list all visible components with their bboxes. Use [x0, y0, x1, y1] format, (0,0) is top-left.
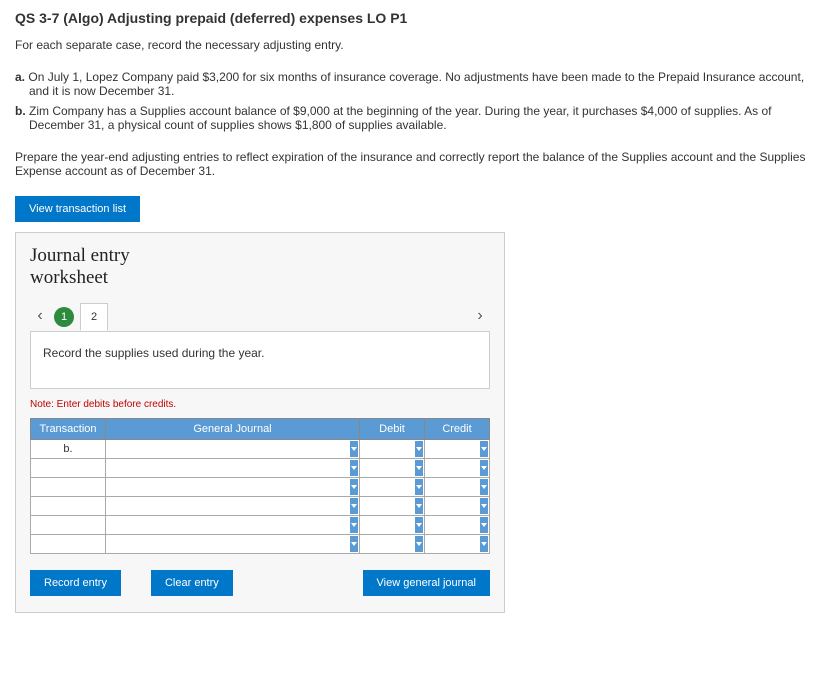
dropdown-arrow-icon[interactable]	[415, 517, 423, 533]
dropdown-arrow-icon[interactable]	[350, 517, 358, 533]
cell-transaction	[31, 534, 106, 553]
dropdown-arrow-icon[interactable]	[350, 479, 358, 495]
dropdown-arrow-icon[interactable]	[480, 460, 488, 476]
dropdown-arrow-icon[interactable]	[415, 441, 423, 457]
cell-credit[interactable]	[425, 477, 490, 496]
tab-1[interactable]: 1	[54, 307, 74, 327]
dropdown-arrow-icon[interactable]	[480, 498, 488, 514]
dropdown-arrow-icon[interactable]	[415, 498, 423, 514]
case-item-a: a. On July 1, Lopez Company paid $3,200 …	[15, 70, 824, 98]
cell-transaction: b.	[31, 439, 106, 458]
cell-transaction	[31, 458, 106, 477]
page-title: QS 3-7 (Algo) Adjusting prepaid (deferre…	[15, 10, 824, 26]
dropdown-arrow-icon[interactable]	[350, 460, 358, 476]
cell-debit[interactable]	[360, 515, 425, 534]
table-row	[31, 496, 490, 515]
dropdown-arrow-icon[interactable]	[480, 517, 488, 533]
cell-general-journal[interactable]	[106, 496, 360, 515]
chevron-left-icon[interactable]: ‹	[30, 307, 50, 325]
dropdown-arrow-icon[interactable]	[350, 441, 358, 457]
case-marker: a.	[15, 70, 25, 84]
worksheet-title: Journal entry worksheet	[30, 245, 490, 289]
cell-debit[interactable]	[360, 496, 425, 515]
view-general-journal-button[interactable]: View general journal	[363, 570, 490, 596]
cell-credit[interactable]	[425, 439, 490, 458]
cell-debit[interactable]	[360, 458, 425, 477]
cell-transaction	[31, 496, 106, 515]
dropdown-arrow-icon[interactable]	[480, 441, 488, 457]
journal-body: b.	[31, 439, 490, 553]
col-general-journal: General Journal	[106, 418, 360, 439]
instruction-box: Record the supplies used during the year…	[30, 332, 490, 389]
cell-debit[interactable]	[360, 534, 425, 553]
cell-transaction	[31, 477, 106, 496]
view-transaction-list-button[interactable]: View transaction list	[15, 196, 140, 222]
clear-entry-button[interactable]: Clear entry	[151, 570, 233, 596]
col-transaction: Transaction	[31, 418, 106, 439]
note-text: Note: Enter debits before credits.	[30, 399, 490, 410]
cell-credit[interactable]	[425, 458, 490, 477]
table-row	[31, 458, 490, 477]
worksheet-panel: Journal entry worksheet ‹ 1 2 › Record t…	[15, 232, 505, 613]
cell-credit[interactable]	[425, 496, 490, 515]
table-row	[31, 515, 490, 534]
chevron-right-icon[interactable]: ›	[470, 307, 490, 325]
cell-general-journal[interactable]	[106, 534, 360, 553]
cell-general-journal[interactable]	[106, 458, 360, 477]
table-row	[31, 477, 490, 496]
case-text: On July 1, Lopez Company paid $3,200 for…	[28, 70, 804, 98]
journal-table: Transaction General Journal Debit Credit…	[30, 418, 490, 554]
cell-debit[interactable]	[360, 477, 425, 496]
prepare-text: Prepare the year-end adjusting entries t…	[15, 150, 824, 178]
action-row: Record entry Clear entry View general jo…	[30, 570, 490, 596]
cell-general-journal[interactable]	[106, 439, 360, 458]
dropdown-arrow-icon[interactable]	[350, 498, 358, 514]
case-item-b: b. Zim Company has a Supplies account ba…	[15, 104, 824, 132]
tab-2[interactable]: 2	[80, 303, 108, 331]
cell-credit[interactable]	[425, 534, 490, 553]
cell-general-journal[interactable]	[106, 477, 360, 496]
col-credit: Credit	[425, 418, 490, 439]
table-row	[31, 534, 490, 553]
case-marker: b.	[15, 104, 26, 118]
tab-row: ‹ 1 2 ›	[30, 301, 490, 332]
dropdown-arrow-icon[interactable]	[415, 460, 423, 476]
cell-transaction	[31, 515, 106, 534]
cell-credit[interactable]	[425, 515, 490, 534]
dropdown-arrow-icon[interactable]	[480, 536, 488, 552]
record-entry-button[interactable]: Record entry	[30, 570, 121, 596]
case-list: a. On July 1, Lopez Company paid $3,200 …	[15, 70, 824, 132]
dropdown-arrow-icon[interactable]	[350, 536, 358, 552]
cell-debit[interactable]	[360, 439, 425, 458]
col-debit: Debit	[360, 418, 425, 439]
cell-general-journal[interactable]	[106, 515, 360, 534]
dropdown-arrow-icon[interactable]	[415, 536, 423, 552]
table-row: b.	[31, 439, 490, 458]
dropdown-arrow-icon[interactable]	[480, 479, 488, 495]
intro-text: For each separate case, record the neces…	[15, 38, 824, 52]
case-text: Zim Company has a Supplies account balan…	[29, 104, 772, 132]
dropdown-arrow-icon[interactable]	[415, 479, 423, 495]
